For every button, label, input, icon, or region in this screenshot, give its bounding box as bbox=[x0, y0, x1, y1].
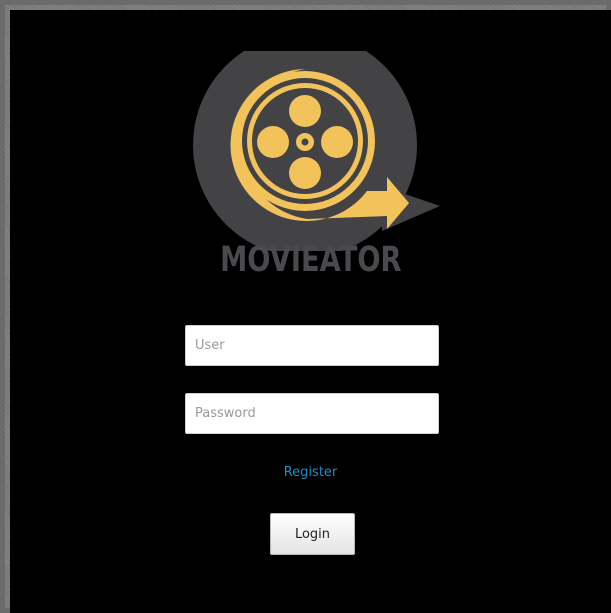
film-reel-icon bbox=[193, 51, 440, 251]
password-input[interactable] bbox=[185, 393, 439, 434]
register-link[interactable]: Register bbox=[10, 465, 611, 480]
login-button[interactable]: Login bbox=[270, 513, 355, 555]
brand-title: MOVIEATOR bbox=[220, 240, 402, 280]
app-window: MOVIEATOR Register Login bbox=[0, 0, 611, 613]
user-input[interactable] bbox=[185, 325, 439, 366]
login-screen: MOVIEATOR Register Login bbox=[10, 10, 611, 613]
